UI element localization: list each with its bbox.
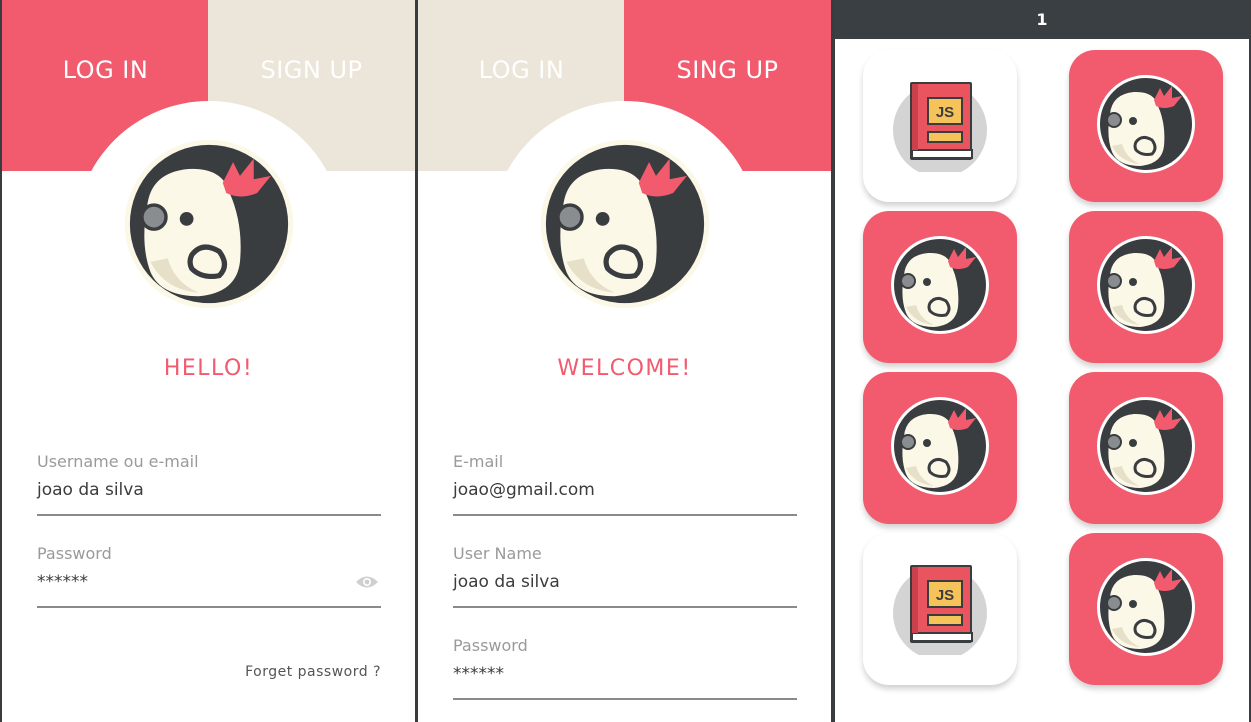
memory-card[interactable] [1069,372,1223,524]
memory-game-board: 1 JS JS [835,0,1249,722]
penguin-avatar-icon [890,396,990,500]
forget-password-link[interactable]: Forget password ? [245,664,381,680]
password-field[interactable]: Password ****** [453,636,797,700]
username-field[interactable]: Username ou e-mail joao da silva [37,452,381,516]
field-value[interactable]: ****** [37,572,381,596]
memory-card[interactable] [863,372,1017,524]
field-label: Password [453,636,528,655]
js-book-icon: JS [892,559,988,660]
field-label: User Name [453,544,542,563]
field-value[interactable]: joao@gmail.com [453,480,797,504]
signup-screen: LOG IN SING UP WELCOME! E-mail joao@gmai… [418,0,831,722]
memory-card[interactable]: JS [863,50,1017,202]
svg-text:JS: JS [936,104,954,121]
field-value[interactable]: joao da silva [453,572,797,596]
field-label: Username ou e-mail [37,452,199,471]
greeting-title: WELCOME! [557,356,692,381]
field-underline [37,606,381,608]
email-field[interactable]: E-mail joao@gmail.com [453,452,797,516]
js-book-icon: JS [892,76,988,177]
penguin-avatar-icon [123,138,295,310]
penguin-avatar-icon [1096,557,1196,661]
penguin-avatar-icon [1096,74,1196,178]
field-label: E-mail [453,452,504,471]
eye-icon[interactable] [355,574,379,590]
penguin-avatar-icon [1096,235,1196,339]
field-underline [453,514,797,516]
field-underline [37,514,381,516]
password-field[interactable]: Password ****** [37,544,381,608]
penguin-avatar-icon [890,235,990,339]
memory-card[interactable] [1069,50,1223,202]
penguin-avatar-icon [539,138,711,310]
username-field[interactable]: User Name joao da silva [453,544,797,608]
memory-card[interactable]: JS [863,533,1017,685]
field-value[interactable]: ****** [453,664,797,688]
board-header: 1 [835,0,1249,39]
greeting-title: HELLO! [163,356,254,381]
field-label: Password [37,544,112,563]
field-underline [453,606,797,608]
field-value[interactable]: joao da silva [37,480,381,504]
penguin-avatar-icon [1096,396,1196,500]
memory-card[interactable] [1069,533,1223,685]
memory-card[interactable] [1069,211,1223,363]
login-screen: LOG IN SIGN UP HELLO! Username ou e-mail… [2,0,415,722]
memory-card[interactable] [863,211,1017,363]
field-underline [453,698,797,700]
svg-text:JS: JS [936,587,954,604]
